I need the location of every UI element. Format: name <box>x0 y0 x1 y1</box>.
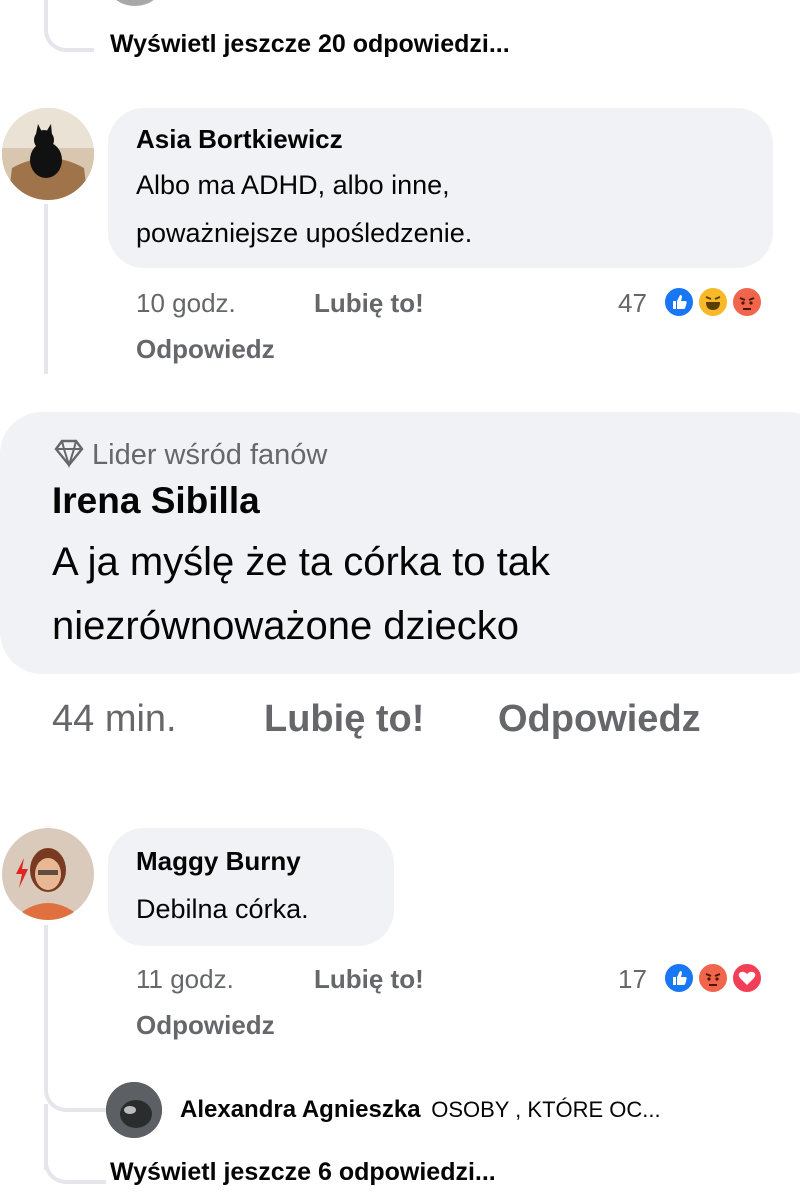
comment-time[interactable]: 10 godz. <box>136 288 236 319</box>
thread-connector <box>44 1060 106 1112</box>
reply-text: OSOBY , KTÓRE OC... <box>431 1097 661 1122</box>
avatar <box>110 0 160 6</box>
badge-label: Lider wśród fanów <box>92 439 328 471</box>
reply-button[interactable]: Odpowiedz <box>136 1010 275 1041</box>
comment-text: Albo ma ADHD, albo inne, <box>136 170 450 200</box>
view-more-replies-link[interactable]: Wyświetl jeszcze 20 odpowiedzi... <box>110 30 510 59</box>
angry-icon <box>731 286 763 318</box>
reply-button[interactable]: Odpowiedz <box>136 334 275 365</box>
avatar[interactable] <box>2 108 94 200</box>
thread-connector <box>44 1130 106 1184</box>
like-button[interactable]: Lubię to! <box>264 698 424 741</box>
reply-button[interactable]: Odpowiedz <box>498 698 701 741</box>
avatar-cat-image <box>2 108 94 200</box>
comment-author[interactable]: Irena Sibilla <box>52 480 260 522</box>
like-icon <box>663 962 695 994</box>
comment-text: niezrównoważone dziecko <box>52 604 519 648</box>
angry-icon <box>697 962 729 994</box>
like-button[interactable]: Lubię to! <box>314 964 424 995</box>
thread-connector <box>44 0 94 52</box>
comment-text: Debilna córka. <box>136 894 309 924</box>
comment-text: A ja myślę że ta córka to tak <box>52 540 550 584</box>
reply-preview[interactable]: Alexandra Agnieszka OSOBY , KTÓRE OC... <box>180 1096 661 1124</box>
reaction-count[interactable]: 17 <box>618 964 647 995</box>
comment-text: poważniejsze upośledzenie. <box>136 218 473 248</box>
top-fan-badge: Lider wśród fanów <box>52 438 327 472</box>
view-more-replies-link[interactable]: Wyświetl jeszcze 6 odpowiedzi... <box>110 1158 496 1187</box>
love-icon <box>731 962 763 994</box>
avatar[interactable] <box>106 1082 162 1138</box>
haha-icon <box>697 286 729 318</box>
reply-author[interactable]: Alexandra Agnieszka <box>180 1096 421 1123</box>
reaction-count[interactable]: 47 <box>618 288 647 319</box>
comment-time[interactable]: 11 godz. <box>136 964 234 995</box>
like-button[interactable]: Lubię to! <box>314 288 424 319</box>
lightning-icon <box>14 858 30 893</box>
comment-time[interactable]: 44 min. <box>52 698 177 741</box>
thread-line <box>44 204 48 374</box>
diamond-icon <box>54 439 84 469</box>
like-icon <box>663 286 695 318</box>
avatar-image <box>106 1082 162 1138</box>
comment-author[interactable]: Maggy Burny <box>136 846 301 877</box>
comment-author[interactable]: Asia Bortkiewicz <box>136 124 343 155</box>
